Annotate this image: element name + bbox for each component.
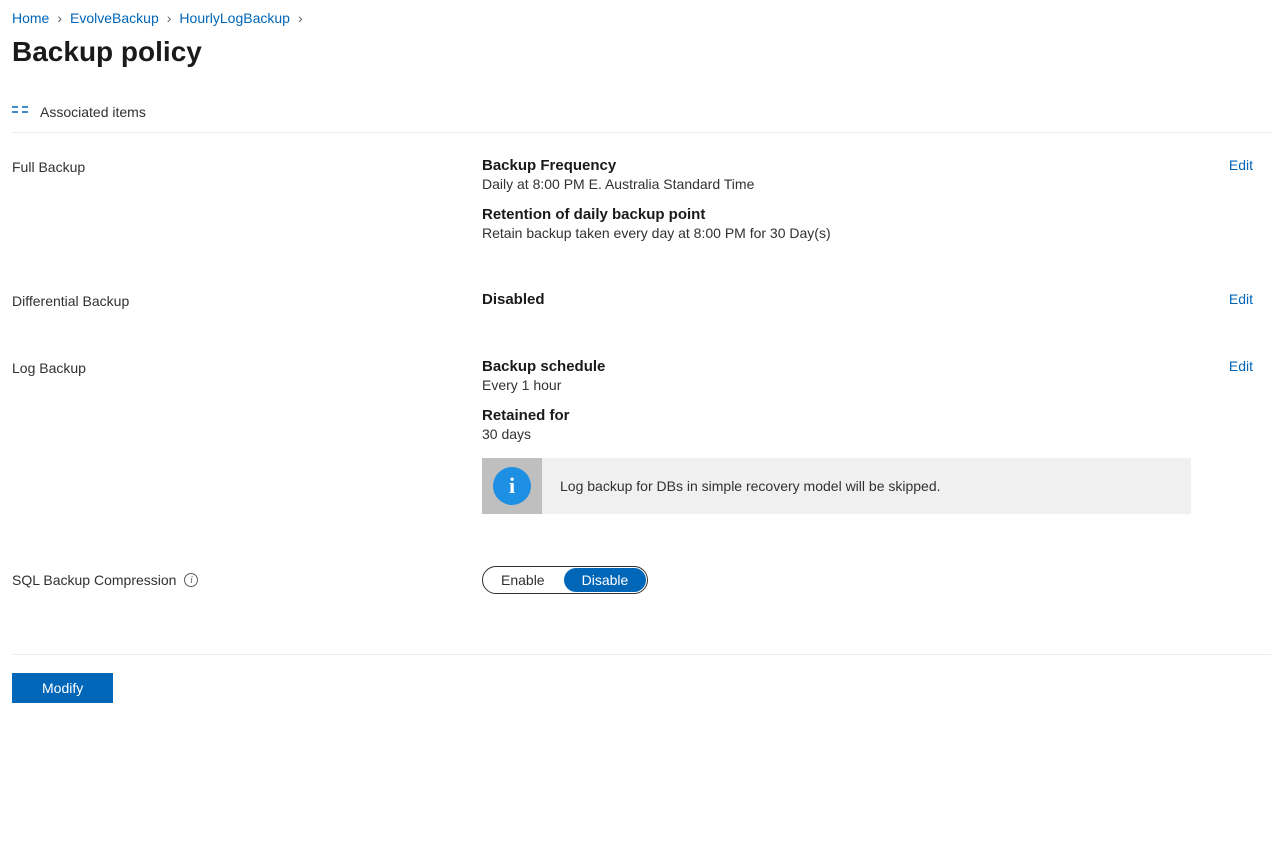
sql-compression-toggle: Enable Disable: [482, 566, 648, 594]
sql-backup-compression-row: SQL Backup Compression i Enable Disable: [12, 538, 1271, 634]
log-backup-schedule-heading: Backup schedule: [482, 358, 1191, 375]
chevron-right-icon: ›: [57, 10, 62, 26]
info-icon: i: [493, 467, 531, 505]
associated-items-button[interactable]: Associated items: [40, 104, 146, 120]
sql-compression-enable-option[interactable]: Enable: [483, 567, 563, 593]
sql-compression-disable-option[interactable]: Disable: [564, 568, 647, 592]
differential-backup-label: Differential Backup: [12, 291, 462, 322]
toolbar: Associated items: [12, 96, 1271, 133]
info-outline-icon[interactable]: i: [184, 573, 198, 587]
full-backup-frequency-value: Daily at 8:00 PM E. Australia Standard T…: [482, 176, 1191, 192]
log-backup-info-text: Log backup for DBs in simple recovery mo…: [542, 458, 959, 514]
full-backup-retention-value: Retain backup taken every day at 8:00 PM…: [482, 225, 1191, 241]
full-backup-retention-heading: Retention of daily backup point: [482, 206, 1191, 223]
chevron-right-icon: ›: [167, 10, 172, 26]
page-title: Backup policy: [12, 36, 1271, 68]
full-backup-label: Full Backup: [12, 157, 462, 255]
chevron-right-icon: ›: [298, 10, 303, 26]
edit-log-backup-link[interactable]: Edit: [1229, 358, 1253, 374]
footer: Modify: [12, 654, 1271, 723]
edit-full-backup-link[interactable]: Edit: [1229, 157, 1253, 173]
breadcrumb-home[interactable]: Home: [12, 10, 49, 26]
log-backup-label: Log Backup: [12, 358, 462, 514]
log-backup-retained-value: 30 days: [482, 426, 1191, 442]
breadcrumb-policy[interactable]: HourlyLogBackup: [179, 10, 290, 26]
differential-backup-section: Differential Backup Disabled Edit: [12, 279, 1271, 346]
full-backup-section: Full Backup Backup Frequency Daily at 8:…: [12, 133, 1271, 279]
sql-compression-label: SQL Backup Compression: [12, 572, 176, 588]
full-backup-frequency-heading: Backup Frequency: [482, 157, 1191, 174]
log-backup-schedule-value: Every 1 hour: [482, 377, 1191, 393]
modify-button[interactable]: Modify: [12, 673, 113, 703]
log-backup-info-banner: i Log backup for DBs in simple recovery …: [482, 458, 1191, 514]
breadcrumb: Home › EvolveBackup › HourlyLogBackup ›: [12, 0, 1271, 32]
differential-backup-status: Disabled: [482, 291, 1191, 308]
log-backup-section: Log Backup Backup schedule Every 1 hour …: [12, 346, 1271, 538]
list-icon: [12, 105, 30, 119]
edit-differential-backup-link[interactable]: Edit: [1229, 291, 1253, 307]
log-backup-retained-heading: Retained for: [482, 407, 1191, 424]
breadcrumb-vault[interactable]: EvolveBackup: [70, 10, 159, 26]
